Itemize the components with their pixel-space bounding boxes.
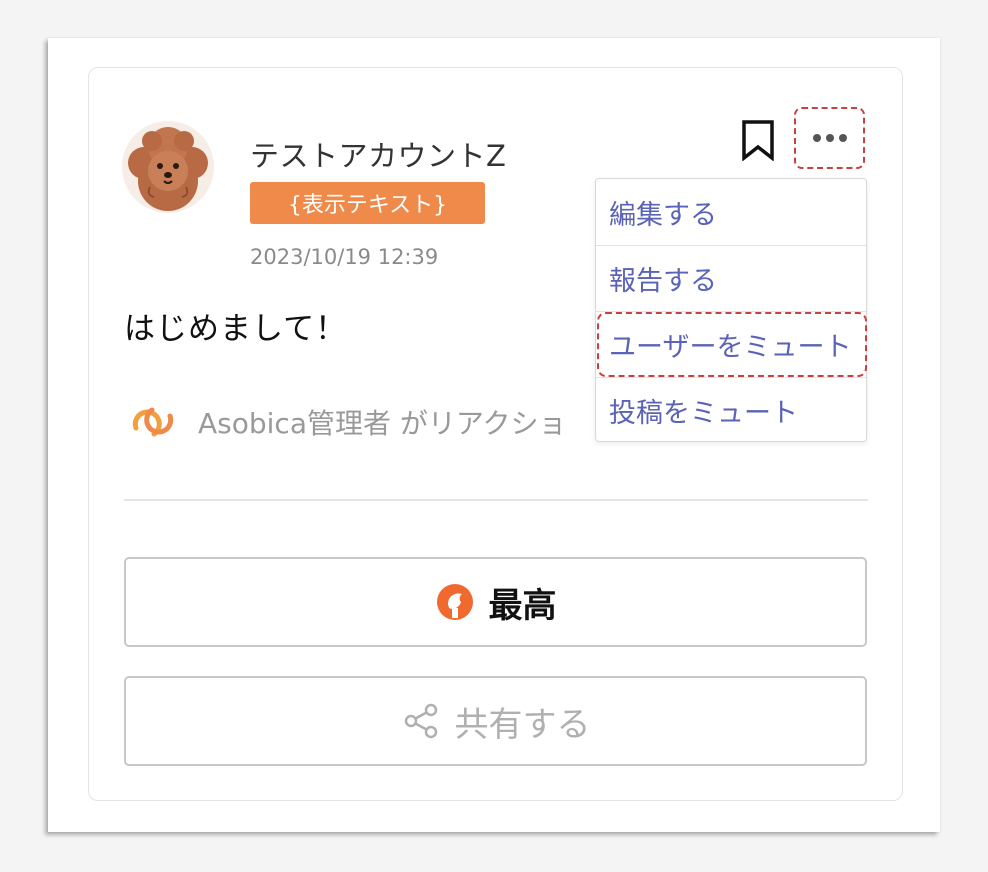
more-options-button[interactable] [794, 107, 865, 169]
post-body-text: はじめまして！ [124, 311, 348, 347]
react-button[interactable]: 最高 [124, 557, 867, 647]
share-button[interactable]: 共有する [124, 676, 867, 766]
menu-item-report[interactable]: 報告する [596, 245, 866, 311]
reaction-summary[interactable]: Asobica管理者 がリアクショ [128, 402, 566, 442]
menu-item-mute-user[interactable]: ユーザーをミュート [596, 311, 866, 377]
username[interactable]: テストアカウントZ [250, 133, 506, 175]
user-avatar[interactable] [122, 121, 214, 213]
reaction-logo-icon [132, 407, 174, 437]
react-button-label: 最高 [488, 585, 557, 626]
post-timestamp: 2023/10/19 12:39 [250, 245, 439, 269]
more-dots-icon [812, 134, 847, 142]
react-badge-icon [436, 584, 473, 620]
poodle-avatar-image [122, 121, 214, 213]
share-icon [404, 703, 437, 739]
divider [124, 499, 868, 501]
reaction-summary-text: Asobica管理者 がリアクショ [198, 407, 567, 440]
bookmark-icon [742, 120, 774, 162]
post-options-menu: 編集する 報告する ユーザーをミュート 投稿をミュート [595, 178, 867, 442]
share-button-label: 共有する [454, 704, 591, 745]
menu-item-mute-post[interactable]: 投稿をミュート [596, 377, 866, 443]
user-badge: {表示テキスト} [250, 182, 485, 224]
bookmark-button[interactable] [740, 119, 776, 162]
menu-item-edit[interactable]: 編集する [596, 179, 866, 245]
